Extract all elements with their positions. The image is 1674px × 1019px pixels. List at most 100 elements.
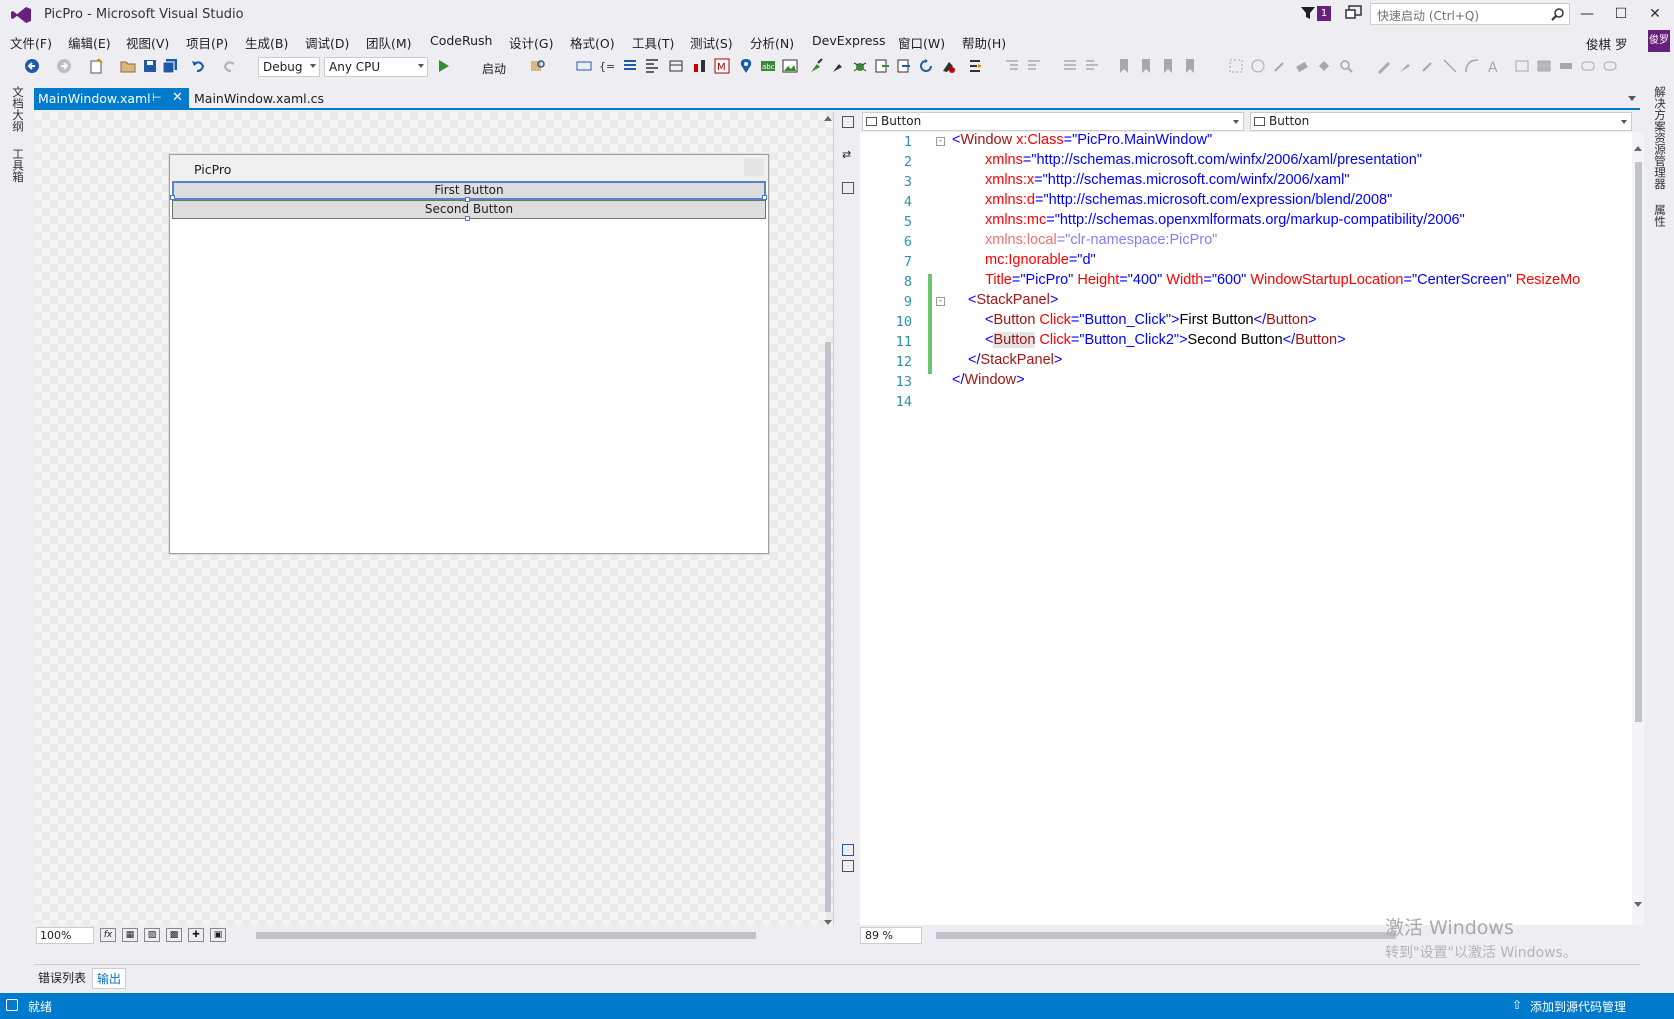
maximize-icon[interactable]: ☐ — [1608, 4, 1634, 24]
filled-rectangle-icon[interactable] — [1536, 58, 1552, 74]
menu-build[interactable]: 生成(B) — [245, 33, 288, 52]
debug-location-icon[interactable] — [968, 58, 984, 74]
outdent-icon[interactable] — [1026, 58, 1042, 74]
rectangle-icon[interactable] — [1514, 58, 1530, 74]
add-to-source-control-button[interactable]: 添加到源代码管理 — [1530, 998, 1626, 1015]
menu-view[interactable]: 视图(V) — [126, 33, 169, 52]
solid-rectangle-icon[interactable] — [1558, 58, 1574, 74]
grid-icon[interactable]: ▦ — [122, 928, 138, 942]
pin-icon[interactable]: ⊢ — [152, 91, 162, 104]
tab-mainwindow-xaml[interactable]: MainWindow.xaml ⊢ ✕ — [34, 88, 189, 110]
user-avatar[interactable]: 俊罗 — [1648, 30, 1670, 52]
xaml-designer-surface[interactable]: PicPro First Button Second Button — [34, 112, 834, 937]
close-icon[interactable]: ✕ — [1642, 4, 1668, 24]
align-icon[interactable] — [644, 58, 660, 74]
refresh-icon[interactable] — [918, 58, 934, 74]
location-icon[interactable] — [738, 58, 754, 74]
resize-handle[interactable] — [170, 195, 175, 200]
split-vertical-icon[interactable] — [842, 116, 854, 128]
platform-select[interactable]: Any CPU — [324, 57, 428, 77]
scroll-thumb[interactable] — [936, 932, 1396, 939]
search-icon[interactable] — [1551, 7, 1565, 21]
menu-tools[interactable]: 工具(T) — [632, 33, 674, 52]
editor-vertical-scrollbar[interactable] — [1632, 132, 1644, 925]
collapse-pane-icon[interactable] — [842, 182, 854, 194]
clear-bookmarks-icon[interactable] — [1182, 58, 1198, 74]
image-tool-icon[interactable] — [782, 58, 798, 74]
tab-error-list[interactable]: 错误列表 — [38, 969, 86, 986]
scroll-thumb[interactable] — [825, 342, 831, 912]
notification-flag-icon[interactable] — [1300, 5, 1316, 21]
xaml-view-icon[interactable] — [842, 860, 854, 872]
pencil-icon[interactable] — [1376, 58, 1392, 74]
ellipse-icon[interactable] — [1580, 58, 1596, 74]
select-icon[interactable] — [1228, 58, 1244, 74]
find-in-files-icon[interactable] — [530, 58, 546, 74]
resize-handle[interactable] — [762, 195, 767, 200]
tab-overflow-icon[interactable] — [1628, 96, 1636, 101]
collapse-icon[interactable]: - — [936, 137, 945, 146]
text-tool-icon[interactable]: A — [1486, 58, 1502, 74]
notification-count-badge[interactable]: 1 — [1317, 6, 1331, 21]
save-all-icon[interactable] — [162, 58, 178, 74]
menu-file[interactable]: 文件(F) — [10, 33, 52, 52]
menu-design[interactable]: 设计(G) — [509, 33, 553, 52]
document-outline-tab[interactable]: 文档大纲 — [10, 86, 26, 132]
close-icon[interactable]: ✕ — [172, 90, 183, 105]
upload-icon[interactable]: ⇧ — [1512, 998, 1522, 1012]
feedback-icon[interactable] — [1345, 5, 1363, 21]
editor-zoom-select[interactable]: 89 % — [860, 927, 922, 944]
xaml-code-editor[interactable]: 1 2 3 4 5 6 7 8 9 10 11 12 13 14 - - <Wi… — [860, 132, 1632, 925]
resize-handle[interactable] — [465, 197, 470, 202]
swap-panes-icon[interactable]: ⇄ — [842, 148, 854, 161]
menu-test[interactable]: 测试(S) — [690, 33, 733, 52]
airbrush-icon[interactable] — [1420, 58, 1436, 74]
bookmark-icon[interactable] — [1116, 58, 1132, 74]
brush-icon[interactable] — [808, 58, 824, 74]
start-debug-icon[interactable] — [436, 58, 452, 74]
scroll-thumb[interactable] — [1635, 162, 1642, 722]
resize-handle[interactable] — [465, 216, 470, 221]
artboard-icon[interactable]: ▩ — [166, 928, 182, 942]
next-bookmark-icon[interactable] — [1160, 58, 1176, 74]
menu-help[interactable]: 帮助(H) — [962, 33, 1006, 52]
rounded-rect-icon[interactable] — [1602, 58, 1618, 74]
comment-icon[interactable] — [1062, 58, 1078, 74]
indent-icon[interactable] — [1004, 58, 1020, 74]
menu-window[interactable]: 窗口(W) — [898, 33, 945, 52]
menu-devexpress[interactable]: DevExpress — [812, 33, 886, 48]
designer-zoom-select[interactable]: 100% — [36, 927, 94, 944]
collapse-icon[interactable]: - — [936, 297, 945, 306]
solution-explorer-tab[interactable]: 解决方案资源管理器 — [1652, 86, 1668, 190]
minimize-icon[interactable]: — — [1574, 4, 1600, 24]
zoom-tool-icon[interactable] — [1338, 58, 1354, 74]
redo-icon[interactable] — [222, 58, 238, 74]
project-code-icon[interactable]: ▣ — [210, 928, 226, 942]
solution-config-select[interactable]: Debug — [258, 57, 320, 77]
designer-window-preview[interactable]: PicPro First Button Second Button — [169, 154, 769, 554]
export-icon[interactable] — [874, 58, 890, 74]
menu-debug[interactable]: 调试(D) — [305, 33, 349, 52]
brush-alt-icon[interactable] — [830, 58, 846, 74]
xaml-tool-icon[interactable] — [576, 58, 592, 74]
eraser-icon[interactable] — [1294, 58, 1310, 74]
scroll-up-icon[interactable] — [824, 116, 832, 121]
menu-team[interactable]: 团队(M) — [366, 33, 412, 52]
properties-tab[interactable]: 属性 — [1652, 204, 1668, 227]
designer-vertical-scrollbar[interactable] — [822, 112, 834, 925]
line-icon[interactable] — [1442, 58, 1458, 74]
element-select[interactable]: Button — [862, 112, 1244, 131]
braces-icon[interactable]: {=} — [598, 58, 614, 74]
undo-icon[interactable] — [190, 58, 206, 74]
lasso-icon[interactable] — [1250, 58, 1266, 74]
new-project-icon[interactable] — [88, 58, 104, 74]
list-icon[interactable] — [622, 58, 638, 74]
brush-tool-icon[interactable] — [1398, 58, 1414, 74]
snap-grid-icon[interactable]: ▧ — [144, 928, 160, 942]
design-view-icon[interactable] — [842, 844, 854, 856]
user-name[interactable]: 俊棋 罗 — [1586, 34, 1627, 53]
designer-horizontal-scrollbar[interactable] — [244, 929, 804, 941]
open-file-icon[interactable] — [120, 58, 136, 74]
toolbox-tab[interactable]: 工具箱 — [10, 148, 26, 183]
bug-icon[interactable] — [852, 58, 868, 74]
